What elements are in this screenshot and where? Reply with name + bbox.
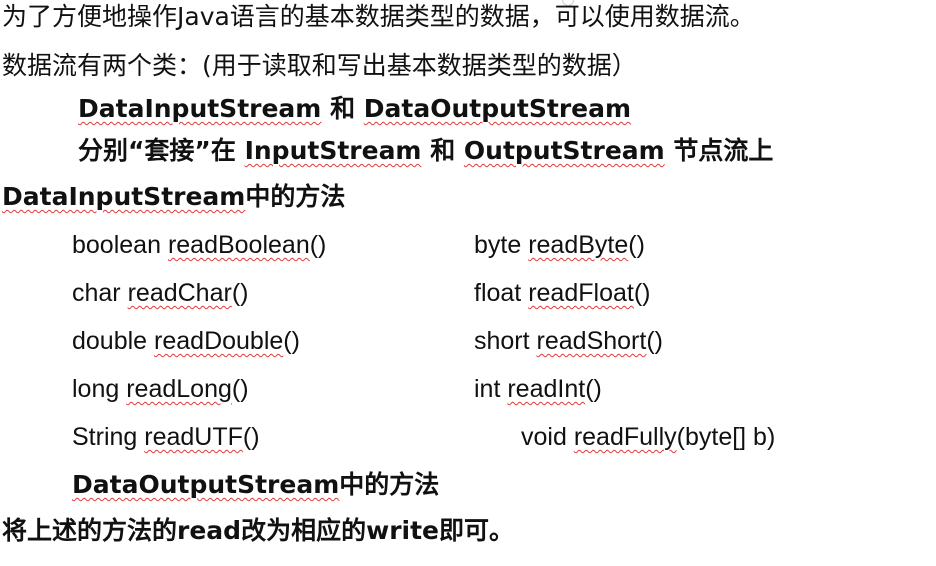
- method-args: (): [646, 327, 663, 355]
- method-left-3: long readLong(): [72, 372, 249, 406]
- method-right-1: float readFloat(): [474, 276, 650, 310]
- closing-mid: 改为相应的: [241, 516, 367, 545]
- method-name: readByte: [528, 231, 629, 259]
- method-args: (): [628, 231, 645, 259]
- method-name: readUTF: [144, 423, 243, 451]
- method-type: String: [72, 423, 145, 451]
- closing-suffix: 即可。: [439, 516, 515, 545]
- class-datainputstream: DataInputStream: [78, 94, 322, 123]
- method-args: (): [585, 375, 602, 403]
- class-inputstream: InputStream: [244, 136, 422, 165]
- closing-write: write: [366, 516, 439, 545]
- method-right-0: byte readByte(): [474, 228, 645, 262]
- method-type: float: [474, 279, 529, 307]
- method-type: char: [72, 279, 128, 307]
- method-args: (): [231, 375, 249, 403]
- method-right-2: short readShort(): [474, 324, 663, 358]
- method-type: short: [474, 327, 537, 355]
- conjunction-and-2: 和: [421, 136, 464, 165]
- method-name: readChar: [127, 279, 232, 307]
- method-type: byte: [474, 231, 529, 259]
- method-args: (): [309, 231, 327, 259]
- method-type: void: [521, 423, 574, 451]
- method-left-4: String readUTF(): [72, 420, 260, 454]
- socket-prefix: 分别“套接”在: [78, 136, 245, 165]
- classes-line: DataInputStream 和 DataOutputStream: [78, 92, 631, 126]
- method-name: readBoolean: [167, 231, 310, 259]
- conjunction-and: 和: [321, 94, 364, 123]
- dis-heading-suffix: 中的方法: [245, 182, 346, 211]
- method-left-0: boolean readBoolean(): [72, 228, 326, 262]
- method-args: (): [231, 279, 249, 307]
- method-name: readShort: [536, 327, 647, 355]
- slide: { "para1": { "line1": "为了方便地操作Java语言的基本数…: [0, 0, 936, 566]
- dos-heading-suffix: 中的方法: [339, 470, 440, 499]
- socket-line: 分别“套接”在 InputStream 和 OutputStream 节点流上: [78, 134, 773, 168]
- intro-line-1: 为了方便地操作Java语言的基本数据类型的数据，可以使用数据流。: [2, 2, 755, 31]
- method-right-3: int readInt(): [474, 372, 602, 406]
- method-args: (): [633, 279, 651, 307]
- closing-read: read: [177, 516, 242, 545]
- socket-suffix: 节点流上: [664, 136, 774, 165]
- method-type: long: [72, 375, 127, 403]
- method-left-2: double readDouble(): [72, 324, 300, 358]
- dos-heading-class: DataOutputStream: [72, 470, 340, 499]
- method-type: double: [72, 327, 155, 355]
- method-type: boolean: [72, 231, 168, 259]
- method-args: (): [283, 327, 300, 355]
- method-right-4: void readFully(byte[] b): [521, 420, 775, 454]
- intro-line-2: 数据流有两个类：(用于读取和写出基本数据类型的数据）: [2, 51, 637, 80]
- method-args: (byte[] b): [676, 423, 776, 451]
- closing-prefix: 将上述的方法的: [2, 516, 178, 545]
- dos-methods-heading: DataOutputStream中的方法: [72, 468, 439, 502]
- method-type: int: [474, 375, 508, 403]
- method-name: readFloat: [528, 279, 634, 307]
- method-name: readDouble: [154, 327, 284, 355]
- method-args: (): [242, 423, 260, 451]
- method-name: readLong: [126, 375, 232, 403]
- dis-heading-class: DataInputStream: [2, 182, 246, 211]
- closing-line: 将上述的方法的read改为相应的write即可。: [2, 514, 514, 548]
- dis-methods-heading: DataInputStream中的方法: [2, 180, 345, 214]
- class-outputstream: OutputStream: [463, 136, 665, 165]
- class-dataoutputstream: DataOutputStream: [363, 94, 632, 123]
- method-left-1: char readChar(): [72, 276, 248, 310]
- method-name: readInt: [507, 375, 586, 403]
- method-name: readFully: [573, 423, 677, 451]
